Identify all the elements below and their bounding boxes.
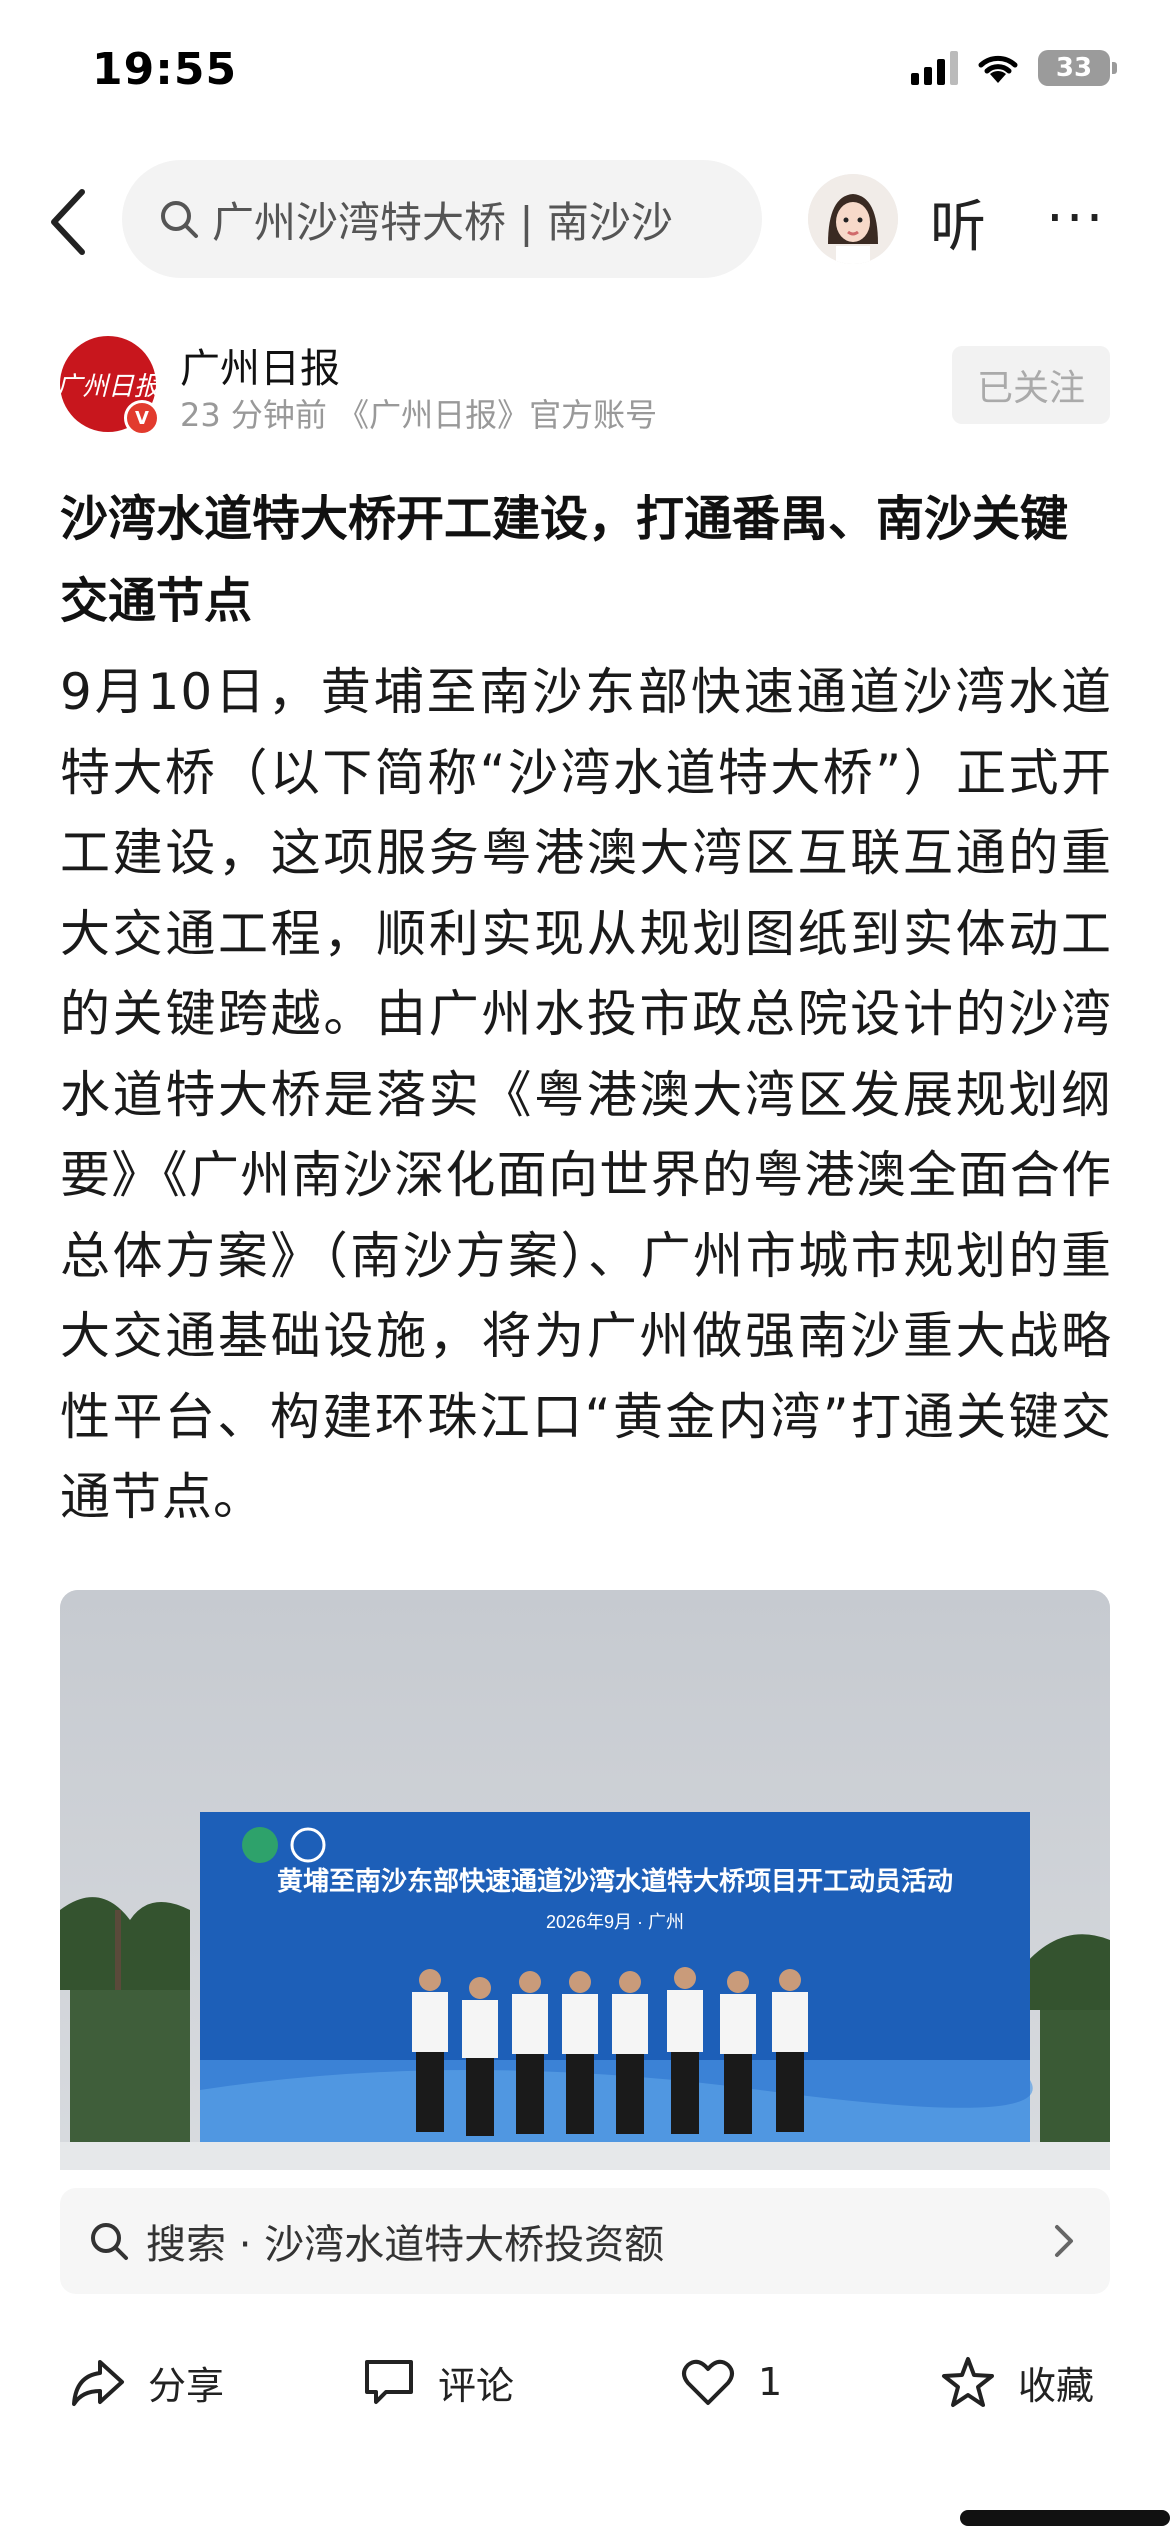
wifi-icon: [978, 55, 1018, 83]
palm-trees-left: [60, 1897, 190, 2150]
chevron-right-icon: [1055, 2225, 1073, 2257]
ceremony-photo-graphic: 黄埔至南沙东部快速通道沙湾水道特大桥项目开工动员活动 2026年9月 · 广州: [60, 1590, 1110, 2170]
search-icon: [91, 2223, 128, 2260]
search-input[interactable]: 广州沙湾特大桥 | 南沙沙: [122, 160, 762, 278]
comment-label: 评论: [438, 2363, 515, 2408]
collect-label: 收藏: [1018, 2363, 1095, 2408]
banner-title: 黄埔至南沙东部快速通道沙湾水道特大桥项目开工动员活动: [277, 1866, 953, 1896]
home-indicator[interactable]: [960, 2510, 1170, 2526]
suggestion-text: 搜索 · 沙湾水道特大桥投资额: [146, 2222, 665, 2268]
star-icon: [942, 2357, 994, 2407]
author-name[interactable]: 广州日报: [180, 336, 340, 394]
heart-icon: [682, 2359, 734, 2405]
cellular-signal-icon: [911, 51, 958, 85]
logo-text: 广州日报: [56, 371, 161, 402]
more-options-button[interactable]: ···: [1046, 186, 1105, 251]
banner-date: 2026年9月 · 广州: [546, 1912, 684, 1932]
like-count: 1: [758, 2360, 783, 2404]
article-headline: 沙湾水道特大桥开工建设，打通番禺、南沙关键交通节点: [60, 491, 1069, 629]
search-query-text: 广州沙湾特大桥 | 南沙沙: [212, 197, 673, 247]
like-button[interactable]: 1: [680, 2322, 782, 2442]
search-icon: [161, 201, 198, 238]
battery-icon: 33: [1038, 50, 1117, 86]
status-bar: 19:55 33: [0, 0, 1170, 150]
article-body: 9月10日，黄埔至南沙东部快速通道沙湾水道特大桥（以下简称“沙湾水道特大桥”）正…: [60, 663, 1112, 1526]
author-meta: 23 分钟前 《广州日报》官方账号: [180, 396, 658, 434]
follow-button[interactable]: 已关注: [952, 346, 1110, 424]
collect-button[interactable]: 收藏: [940, 2322, 1094, 2442]
back-arrow-icon[interactable]: [40, 186, 104, 258]
verified-badge-icon: V: [124, 400, 160, 436]
status-icons: 33: [911, 50, 1117, 86]
bottom-action-bar: 分享 评论 1 收藏: [0, 2322, 1170, 2442]
listen-button[interactable]: 听: [930, 182, 986, 263]
article-photo[interactable]: 黄埔至南沙东部快速通道沙湾水道特大桥项目开工动员活动 2026年9月 · 广州: [60, 1590, 1110, 2170]
avatar-face-icon: [808, 174, 898, 264]
top-nav-bar: 广州沙湾特大桥 | 南沙沙 听 ···: [0, 160, 1170, 280]
share-icon: [72, 2360, 124, 2406]
author-row: 广州日报 V 广州日报 23 分钟前 《广州日报》官方账号 已关注: [56, 336, 1110, 436]
comment-icon: [365, 2360, 413, 2404]
share-label: 分享: [148, 2363, 225, 2408]
reader-avatar[interactable]: [808, 174, 898, 264]
comment-button[interactable]: 评论: [362, 2322, 514, 2442]
share-button[interactable]: 分享: [70, 2322, 224, 2442]
battery-level: 33: [1055, 53, 1093, 83]
status-time: 19:55: [92, 44, 238, 95]
related-search-suggestion[interactable]: 搜索 · 沙湾水道特大桥投资额: [60, 2188, 1110, 2294]
